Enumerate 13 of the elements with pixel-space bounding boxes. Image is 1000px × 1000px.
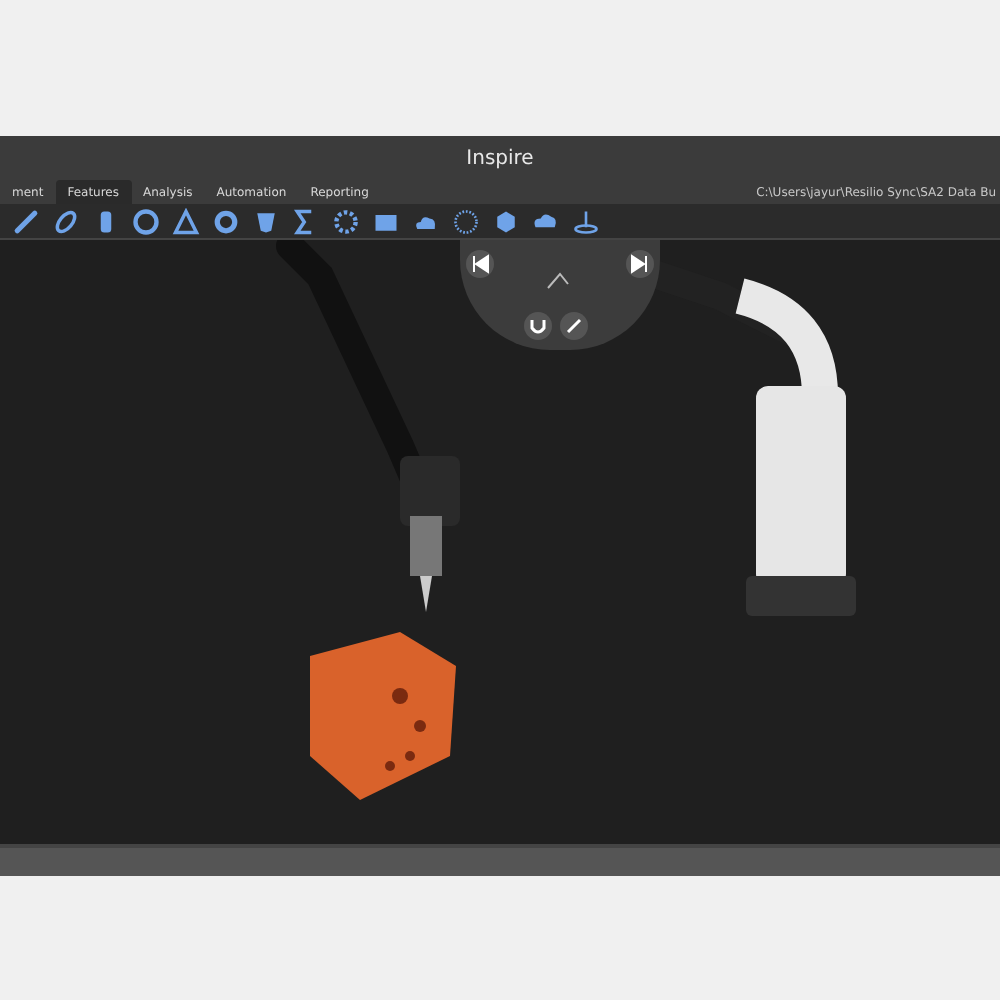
probe-icon[interactable] bbox=[572, 207, 600, 235]
cone-icon[interactable] bbox=[172, 207, 200, 235]
skip-forward-icon[interactable] bbox=[626, 250, 654, 278]
ring-icon[interactable] bbox=[332, 207, 360, 235]
line-icon[interactable] bbox=[12, 207, 40, 235]
curve-icon[interactable] bbox=[560, 312, 588, 340]
ellipse-icon[interactable] bbox=[52, 207, 80, 235]
skip-back-icon[interactable] bbox=[466, 250, 494, 278]
window-title: Inspire bbox=[466, 147, 534, 169]
torus-icon[interactable] bbox=[212, 207, 240, 235]
sphere-icon[interactable] bbox=[132, 207, 160, 235]
magnet-icon[interactable] bbox=[524, 312, 552, 340]
mesh-icon[interactable] bbox=[452, 207, 480, 235]
